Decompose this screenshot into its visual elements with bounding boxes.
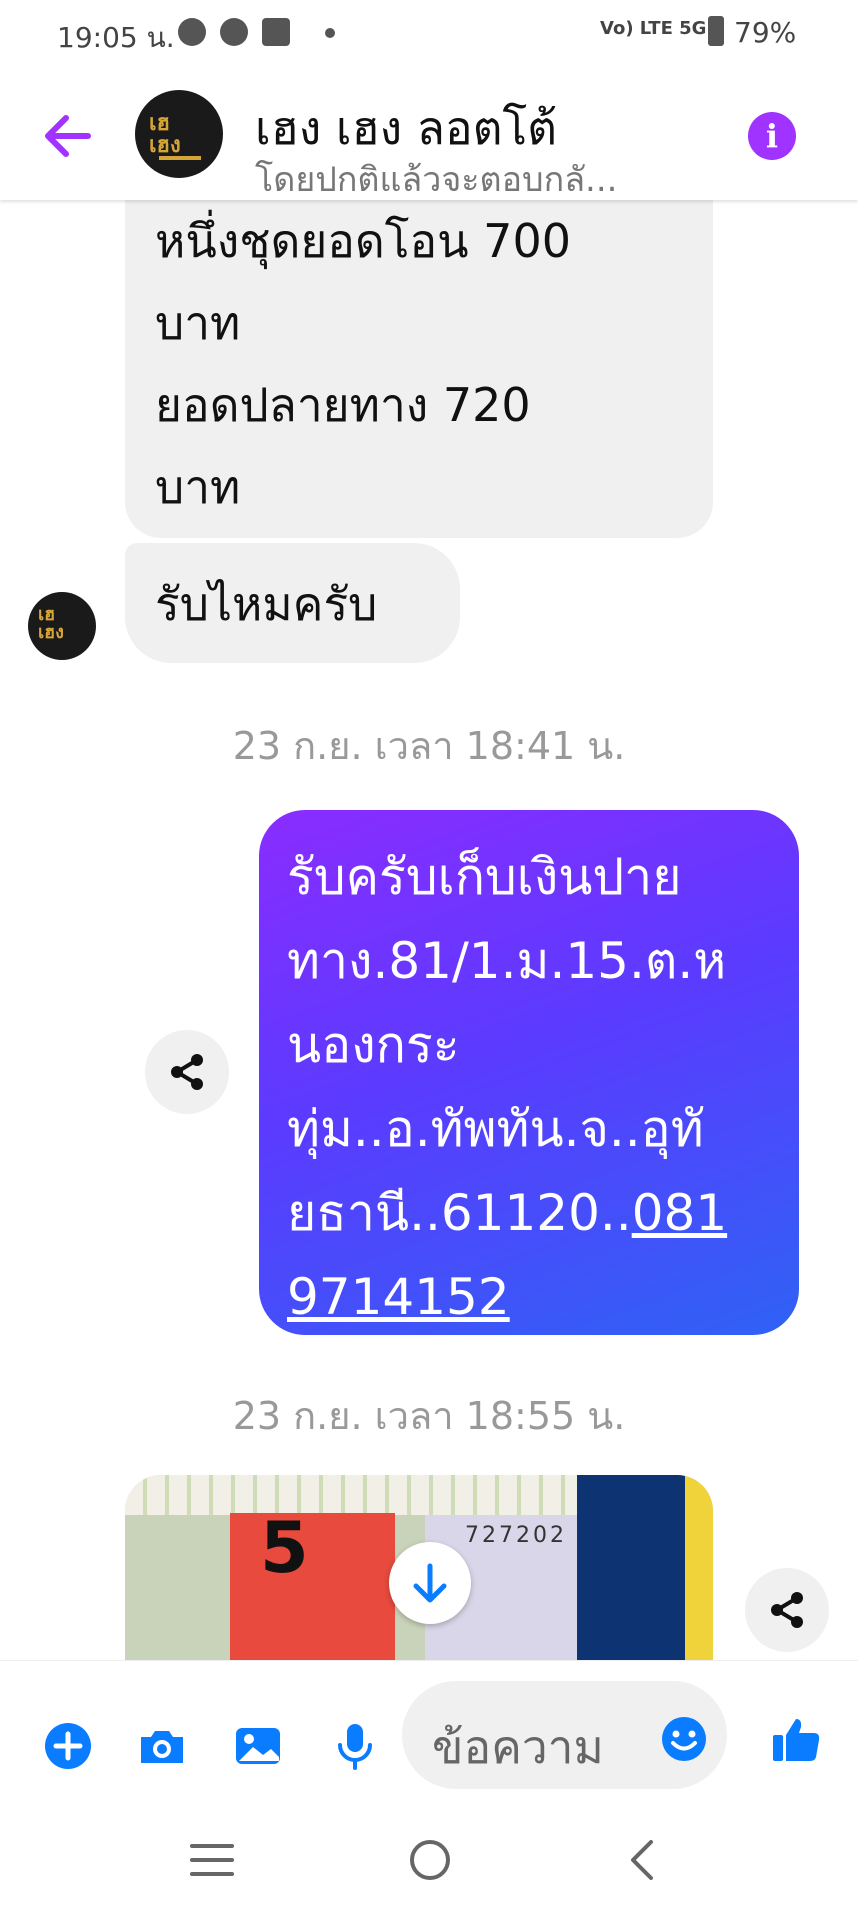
share-button[interactable] <box>745 1568 829 1652</box>
message-line: ทาง.81/1.ม.15.ต.ห <box>287 932 727 990</box>
back-button[interactable] <box>38 108 98 164</box>
outgoing-message[interactable]: รับครับเก็บเงินปาย ทาง.81/1.ม.15.ต.ห นอง… <box>259 810 799 1335</box>
info-icon: i <box>765 117 779 155</box>
status-bar: 19:05 น. Vo) LTE 5G 79% <box>0 0 858 70</box>
info-button[interactable]: i <box>748 112 796 160</box>
home-icon[interactable] <box>408 1838 452 1882</box>
mail-icon <box>262 18 290 46</box>
message-text: รับไหมครับ <box>155 577 378 631</box>
status-time: 19:05 น. <box>57 21 175 54</box>
message-line: ทุ่ม..อ.ทัพทัน.จ..อุทั <box>287 1100 704 1158</box>
message-line: บาท <box>155 296 241 350</box>
message-list[interactable]: หนึ่งชุดยอดโอน 700 บาท ยอดปลายทาง 720 บา… <box>0 200 858 1660</box>
contact-avatar[interactable]: เฮ เฮง <box>135 90 223 178</box>
message-line: 9714152 <box>287 1255 774 1339</box>
message-input[interactable]: ข้อความ <box>402 1681 727 1789</box>
contact-response-status: โดยปกติแล้วจะตอบกลั... <box>255 160 618 200</box>
message-composer: ข้อความ <box>0 1660 858 1811</box>
thumbs-up-icon[interactable] <box>770 1713 822 1765</box>
arrow-left-icon <box>45 115 91 157</box>
arrow-down-icon <box>413 1563 447 1603</box>
share-icon <box>171 1054 203 1090</box>
message-line: ยธานี..61120..081 <box>287 1184 728 1242</box>
plus-icon[interactable] <box>43 1721 93 1771</box>
incoming-message[interactable]: รับไหมครับ <box>125 543 460 663</box>
messenger-icon <box>178 18 206 46</box>
chat-header: เฮ เฮง เฮง เฮง ลอตโต้ โดยปกติแล้วจะตอบกลั… <box>0 70 858 200</box>
clock-app-icon <box>220 18 248 46</box>
more-notifications-dot <box>325 28 335 38</box>
battery-icon <box>708 16 724 46</box>
gallery-icon[interactable] <box>233 1721 283 1771</box>
incoming-message[interactable]: หนึ่งชุดยอดโอน 700 บาท ยอดปลายทาง 720 บา… <box>125 200 713 538</box>
message-timestamp: 23 ก.ย. เวลา 18:41 น. <box>232 724 626 768</box>
brand-logo-image: เฮ เฮง <box>149 110 181 158</box>
battery-level: 79% <box>734 16 797 49</box>
message-line: บาท <box>155 460 241 514</box>
phone-link[interactable]: 9714152 <box>287 1268 510 1326</box>
recent-apps-icon[interactable] <box>190 1840 234 1880</box>
message-line: ยอดปลายทาง 720 <box>155 378 531 432</box>
message-line: นองกระ <box>287 1016 460 1074</box>
emoji-icon[interactable] <box>660 1715 708 1763</box>
lottery-ticket-image: 5 <box>230 1513 395 1660</box>
brand-logo-image: เฮ เฮง <box>38 604 64 643</box>
scroll-to-bottom-button[interactable] <box>389 1542 471 1624</box>
message-line: หนึ่งชุดยอดโอน 700 <box>155 214 571 268</box>
network-indicator: Vo) LTE 5G <box>600 18 707 39</box>
message-line: รับครับเก็บเงินปาย <box>287 848 682 906</box>
microphone-icon[interactable] <box>330 1721 380 1771</box>
share-icon <box>771 1592 803 1628</box>
camera-icon[interactable] <box>137 1721 187 1771</box>
sender-avatar[interactable]: เฮ เฮง <box>28 592 96 660</box>
share-button[interactable] <box>145 1030 229 1114</box>
phone-link[interactable]: 081 <box>632 1184 727 1242</box>
message-input-placeholder: ข้อความ <box>432 1720 604 1774</box>
message-timestamp: 23 ก.ย. เวลา 18:55 น. <box>232 1394 626 1438</box>
system-navigation-bar <box>0 1810 858 1907</box>
back-nav-icon[interactable] <box>625 1838 659 1882</box>
